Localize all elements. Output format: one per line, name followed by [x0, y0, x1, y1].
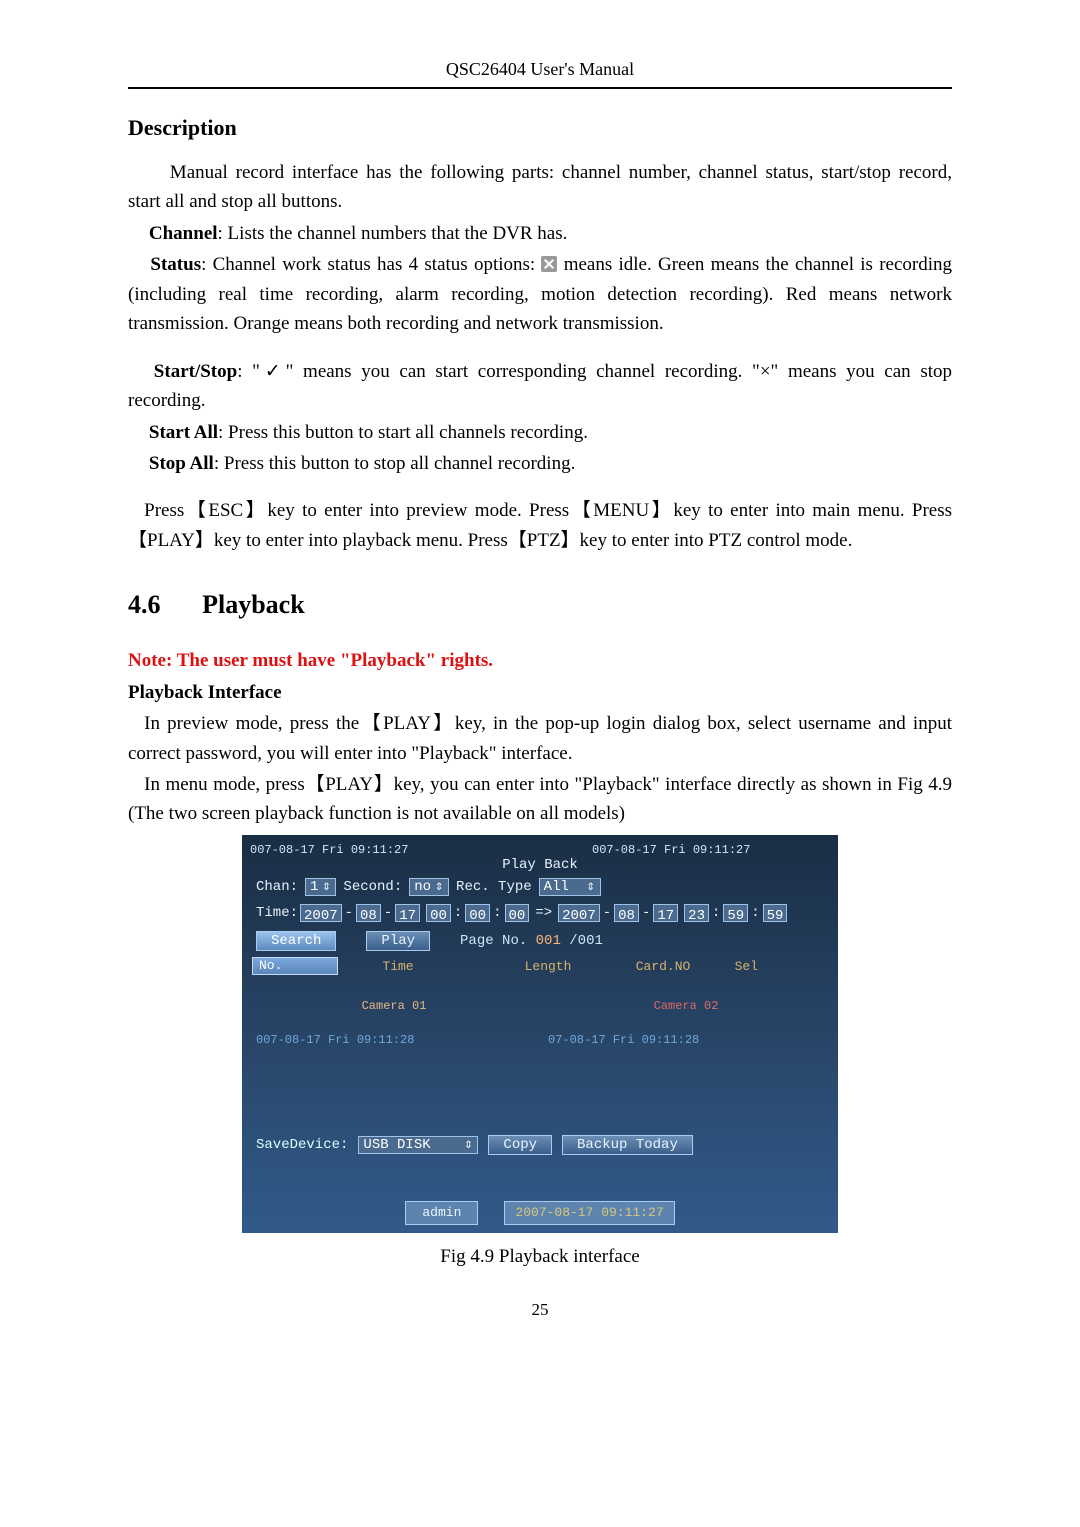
camera-1-label: Camera 01 [248, 997, 540, 1015]
rectype-label: Rec. Type [456, 877, 532, 898]
playback-subheading: Playback Interface [128, 678, 952, 707]
playback-p2: In menu mode, press【PLAY】key, you can en… [128, 770, 952, 829]
figure-caption: Fig 4.9 Playback interface [128, 1243, 952, 1272]
description-heading: Description [128, 111, 952, 144]
from-day[interactable]: 17 [395, 904, 420, 922]
preview-pane-2: Camera 02 07-08-17 Fri 09:11:28 [540, 979, 832, 1105]
col-sel: Sel [718, 957, 758, 977]
page-no-total: /001 [569, 933, 603, 949]
savedevice-value: USB DISK [363, 1135, 430, 1156]
preview-pane-1: Camera 01 007-08-17 Fri 09:11:28 [248, 979, 540, 1105]
stepper-icon[interactable]: ⇕ [586, 877, 596, 898]
chan-value: 1 [310, 877, 318, 898]
startall-para: Start All: Press this button to start al… [128, 418, 952, 447]
stopall-label: Stop All [149, 453, 214, 474]
status-user: admin [405, 1201, 478, 1225]
playback-note: Note: The user must have "Playback" righ… [128, 646, 952, 675]
status-para: Status: Channel work status has 4 status… [128, 250, 952, 338]
chan-input[interactable]: 1⇕ [305, 878, 336, 896]
status-label: Status [150, 254, 201, 275]
to-sec[interactable]: 59 [763, 904, 788, 922]
keys-para: Press【ESC】key to enter into preview mode… [128, 496, 952, 555]
chan-label: Chan: [256, 877, 298, 898]
page-no-label: Page No. [460, 933, 527, 949]
from-year[interactable]: 2007 [300, 904, 342, 922]
section-title: Playback [202, 590, 305, 619]
to-day[interactable]: 17 [653, 904, 678, 922]
section-number: 4.6 [128, 585, 196, 624]
from-sec[interactable]: 00 [505, 904, 530, 922]
playback-screenshot: 007-08-17 Fri 09:11:27 007-08-17 Fri 09:… [242, 835, 838, 1233]
startall-label: Start All [149, 422, 218, 443]
playback-p1: In preview mode, press the【PLAY】key, in … [128, 709, 952, 768]
second-label: Second: [343, 877, 402, 898]
to-month[interactable]: 08 [614, 904, 639, 922]
keys-text: Press【ESC】key to enter into preview mode… [128, 500, 952, 550]
col-time: Time [338, 957, 458, 977]
rectype-value: All [544, 877, 569, 898]
col-length: Length [488, 957, 608, 977]
stopall-para: Stop All: Press this button to stop all … [128, 449, 952, 478]
search-button[interactable]: Search [256, 931, 336, 951]
col-card: Card.NO [608, 957, 718, 977]
arrow-icon: => [531, 903, 556, 924]
rectype-input[interactable]: All ⇕ [539, 878, 601, 896]
stepper-icon[interactable]: ⇕ [321, 877, 331, 898]
second-input[interactable]: no⇕ [409, 878, 449, 896]
stepper-icon[interactable]: ⇕ [434, 877, 444, 898]
stopall-text: : Press this button to stop all channel … [214, 453, 575, 474]
page-no: Page No. 001 /001 [460, 931, 603, 952]
description-intro: Manual record interface has the followin… [128, 158, 952, 217]
status-text-a: : Channel work status has 4 status optio… [201, 254, 541, 275]
startstop-label: Start/Stop [154, 361, 237, 382]
play-button[interactable]: Play [366, 931, 430, 951]
page-number: 25 [128, 1297, 952, 1323]
time-label: Time: [256, 903, 298, 924]
startstop-para: Start/Stop: "✓" means you can start corr… [128, 357, 952, 416]
pane2-timestamp: 07-08-17 Fri 09:11:28 [548, 1031, 699, 1049]
savedevice-select[interactable]: USB DISK ⇕ [358, 1136, 478, 1154]
channel-para: Channel: Lists the channel numbers that … [128, 219, 952, 248]
to-min[interactable]: 59 [723, 904, 748, 922]
from-hour[interactable]: 00 [426, 904, 451, 922]
result-table-header: No. Time Length Card.NO Sel [252, 957, 828, 977]
stepper-icon[interactable]: ⇕ [463, 1135, 473, 1156]
second-value: no [414, 877, 431, 898]
section-heading: 4.6 Playback [128, 585, 952, 624]
copy-button[interactable]: Copy [488, 1135, 552, 1155]
from-month[interactable]: 08 [356, 904, 381, 922]
page-no-cur: 001 [536, 933, 561, 949]
idle-icon [541, 256, 557, 272]
description-intro-text: Manual record interface has the followin… [128, 162, 952, 212]
playback-p2-text: In menu mode, press【PLAY】key, you can en… [128, 774, 952, 824]
playback-dialog-title: Play Back [242, 855, 838, 876]
to-year[interactable]: 2007 [558, 904, 600, 922]
playback-p1-text: In preview mode, press the【PLAY】key, in … [128, 713, 952, 763]
status-datetime: 2007-08-17 09:11:27 [504, 1201, 674, 1225]
pane1-timestamp: 007-08-17 Fri 09:11:28 [256, 1031, 414, 1049]
channel-label: Channel [149, 223, 218, 244]
page-header-title: QSC26404 User's Manual [128, 56, 952, 89]
backup-today-button[interactable]: Backup Today [562, 1135, 693, 1155]
startall-text: : Press this button to start all channel… [218, 422, 588, 443]
startstop-text: : "✓" means you can start corresponding … [128, 361, 952, 411]
camera-2-label: Camera 02 [540, 997, 832, 1015]
to-hour[interactable]: 23 [684, 904, 709, 922]
channel-text: : Lists the channel numbers that the DVR… [218, 223, 568, 244]
col-no[interactable]: No. [252, 957, 338, 975]
savedevice-label: SaveDevice: [256, 1135, 348, 1156]
from-min[interactable]: 00 [465, 904, 490, 922]
